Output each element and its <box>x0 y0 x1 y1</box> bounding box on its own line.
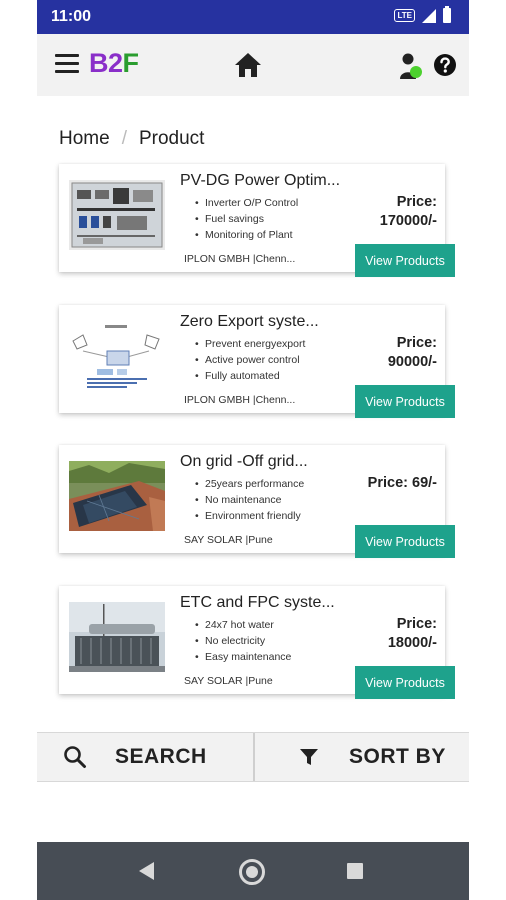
feature-list: 24x7 hot water No electricity Easy maint… <box>195 617 291 665</box>
navigation-bar <box>37 842 469 900</box>
breadcrumb-home[interactable]: Home <box>59 128 110 149</box>
product-title: Zero Export syste... <box>180 313 319 330</box>
product-title: PV-DG Power Optim... <box>180 172 341 189</box>
seller-name: IPLON GMBH |Chenn... <box>184 253 296 265</box>
product-card[interactable]: Zero Export syste... Prevent energyexpor… <box>59 305 455 418</box>
filter-icon <box>300 749 318 765</box>
home-icon[interactable] <box>234 52 262 78</box>
feature-item: Fuel savings <box>195 211 298 227</box>
feature-item: Prevent energyexport <box>195 336 305 352</box>
breadcrumb: Home / Product <box>59 128 204 150</box>
price: Price: 69/- <box>317 474 437 493</box>
breadcrumb-separator: / <box>121 128 127 149</box>
sort-button[interactable]: SORT BY <box>253 733 469 781</box>
feature-list: Inverter O/P Control Fuel savings Monito… <box>195 195 298 243</box>
product-image-solar-roof <box>69 461 165 531</box>
view-products-button[interactable]: View Products <box>355 525 455 558</box>
price-label: Price: 69/- <box>367 475 437 491</box>
product-title: On grid -Off grid... <box>180 453 308 470</box>
seller-name: SAY SOLAR |Pune <box>184 534 273 546</box>
lte-icon: LTE <box>394 9 415 22</box>
feature-item: Environment friendly <box>195 508 304 524</box>
feature-item: Inverter O/P Control <box>195 195 298 211</box>
product-card[interactable]: PV-DG Power Optim... Inverter O/P Contro… <box>59 164 455 277</box>
product-image-water-heater <box>69 602 165 672</box>
action-bar: SEARCH SORT BY <box>37 732 469 782</box>
feature-item: Easy maintenance <box>195 649 291 665</box>
price-value: 170000/- <box>379 213 437 229</box>
view-products-button[interactable]: View Products <box>355 385 455 418</box>
price: Price: 170000/- <box>337 193 437 231</box>
seller-name: IPLON GMBH |Chenn... <box>184 394 296 406</box>
feature-item: 25years performance <box>195 476 304 492</box>
profile-icon[interactable] <box>399 52 423 80</box>
product-card[interactable]: ETC and FPC syste... 24x7 hot water No e… <box>59 586 455 699</box>
feature-item: No electricity <box>195 633 291 649</box>
back-icon[interactable] <box>139 862 154 880</box>
feature-item: Monitoring of Plant <box>195 227 298 243</box>
price-label: Price: <box>396 194 437 210</box>
price: Price: 90000/- <box>337 334 437 372</box>
feature-item: 24x7 hot water <box>195 617 291 633</box>
sort-label: SORT BY <box>349 745 446 768</box>
home-circle-icon[interactable] <box>239 859 265 885</box>
price-value: 18000/- <box>387 635 437 651</box>
signal-icon <box>422 8 436 23</box>
app-bar: B2F <box>37 34 469 96</box>
menu-icon[interactable] <box>55 54 79 74</box>
battery-icon <box>443 6 451 23</box>
price: Price: 18000/- <box>337 615 437 653</box>
recent-apps-icon[interactable] <box>347 863 363 879</box>
product-card[interactable]: On grid -Off grid... 25years performance… <box>59 445 455 558</box>
seller-name: SAY SOLAR |Pune <box>184 675 273 687</box>
status-icons: LTE <box>394 6 451 23</box>
feature-list: 25years performance No maintenance Envir… <box>195 476 304 524</box>
help-icon[interactable] <box>433 53 457 77</box>
price-label: Price: <box>396 335 437 351</box>
search-button[interactable]: SEARCH <box>37 733 252 781</box>
search-icon <box>64 746 86 768</box>
price-label: Price: <box>396 616 437 632</box>
phone-screen: 11:00 LTE B2F Home / Product PV-DG Power… <box>37 0 469 900</box>
view-products-button[interactable]: View Products <box>355 666 455 699</box>
feature-list: Prevent energyexport Active power contro… <box>195 336 305 384</box>
search-label: SEARCH <box>115 745 207 768</box>
price-value: 90000/- <box>387 354 437 370</box>
feature-item: Active power control <box>195 352 305 368</box>
breadcrumb-current: Product <box>138 128 205 149</box>
feature-item: Fully automated <box>195 368 305 384</box>
product-title: ETC and FPC syste... <box>180 594 335 611</box>
brand-logo: B2F <box>89 48 139 78</box>
status-time: 11:00 <box>51 8 92 25</box>
status-bar: 11:00 LTE <box>37 0 469 34</box>
view-products-button[interactable]: View Products <box>355 244 455 277</box>
feature-item: No maintenance <box>195 492 304 508</box>
product-image-diagram <box>69 321 165 391</box>
product-image-power-panel <box>69 180 165 250</box>
